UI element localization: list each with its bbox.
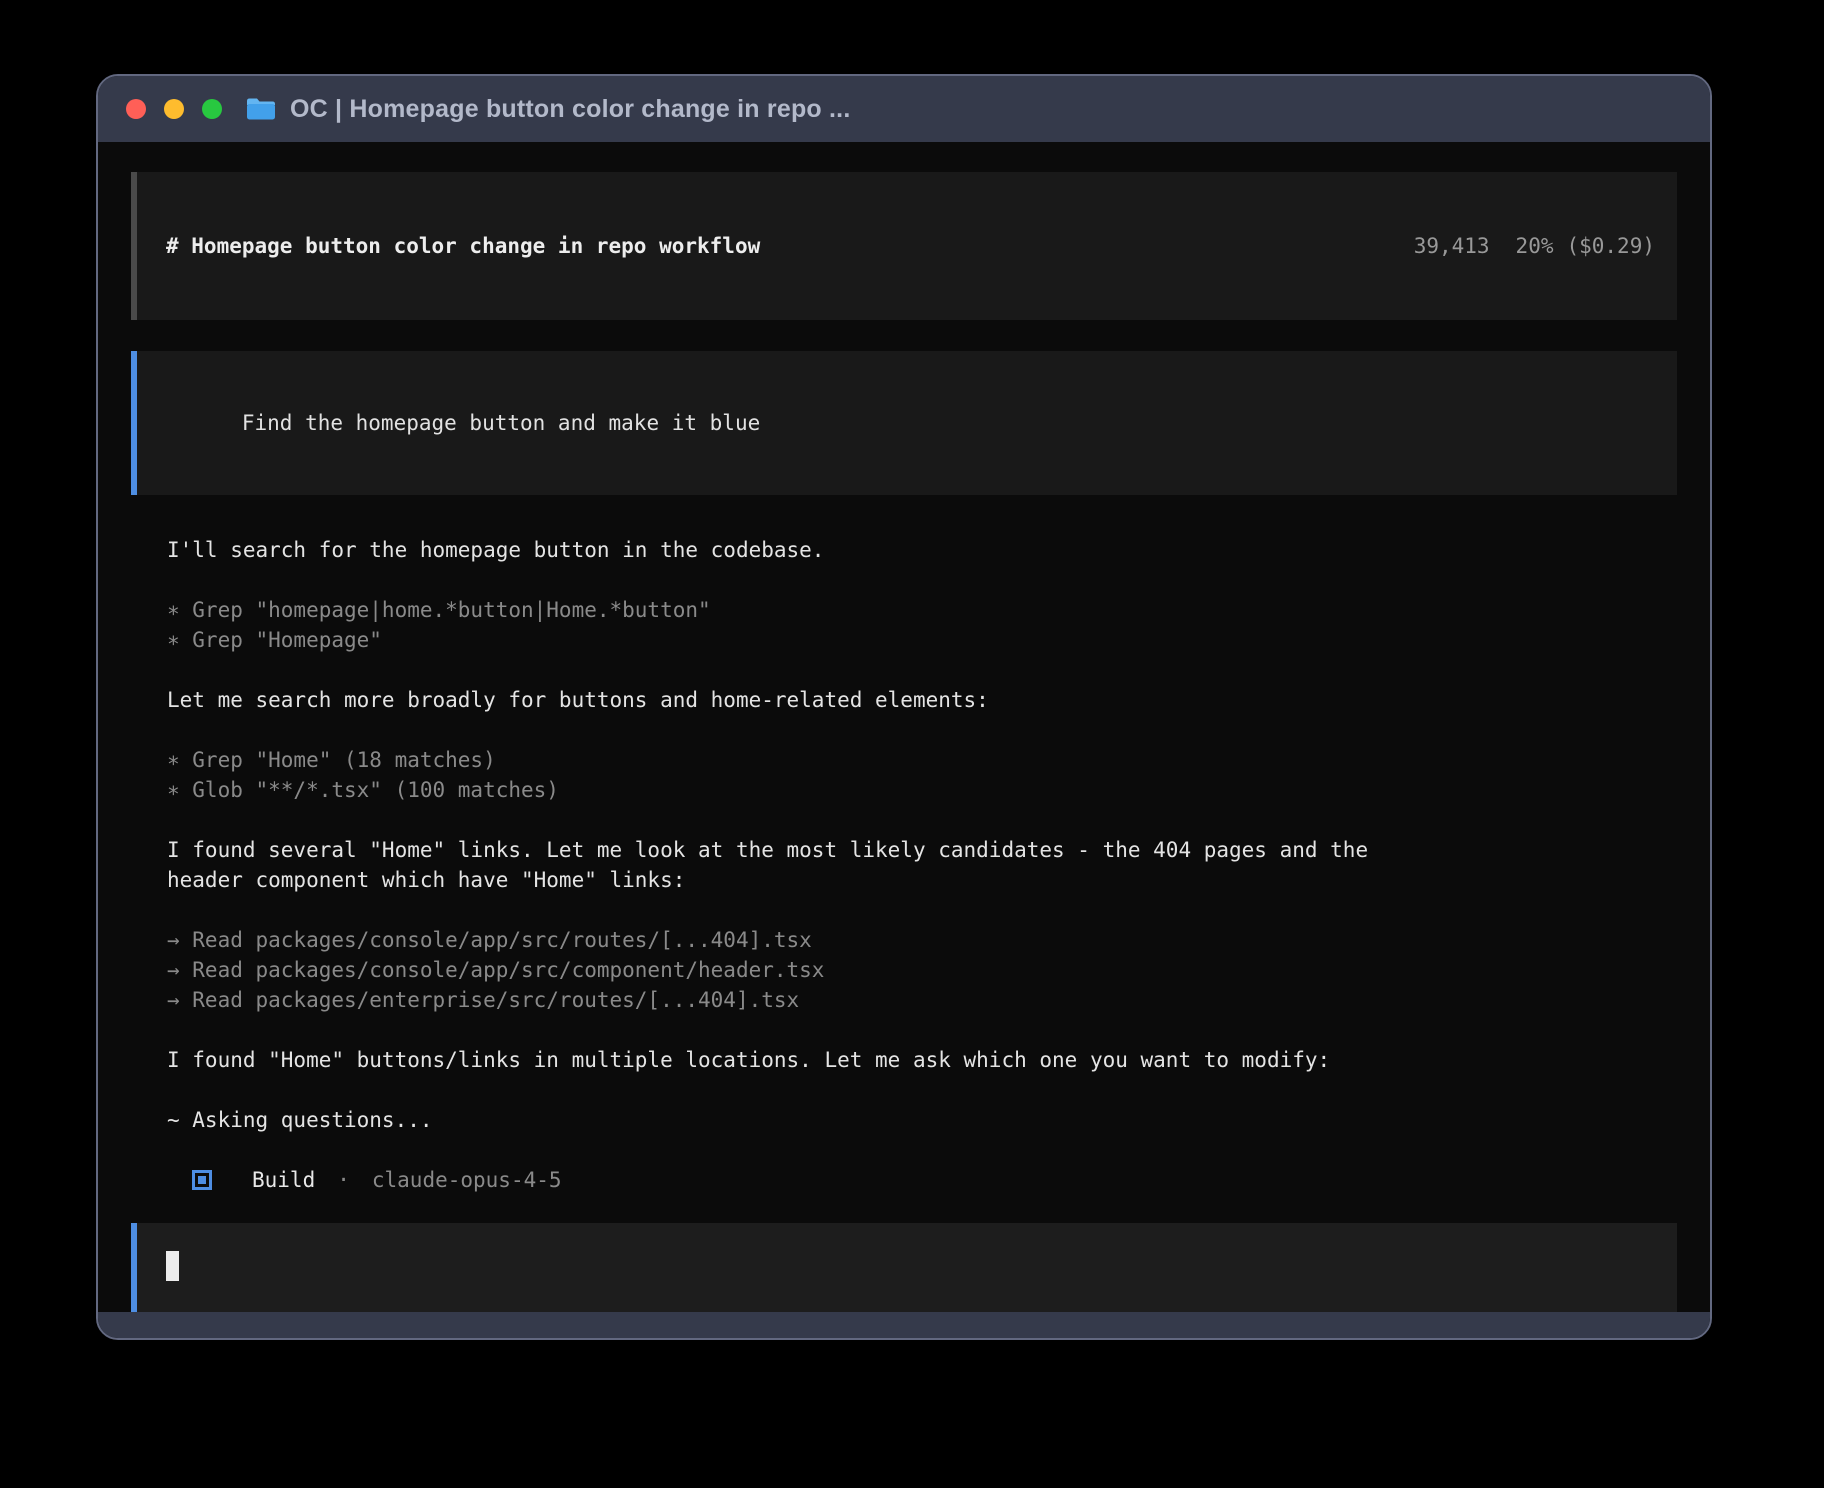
chat-line: ∗ Grep "homepage|home.*button|Home.*butt… (167, 595, 1677, 625)
prompt-input[interactable]: Build Claude Opus 4.5 OpenCode Zen (131, 1223, 1677, 1312)
session-header: # Homepage button color change in repo w… (131, 172, 1677, 320)
assistant-transcript: I'll search for the homepage button in t… (167, 535, 1677, 1195)
user-message: Find the homepage button and make it blu… (131, 351, 1677, 495)
terminal-window: OC | Homepage button color change in rep… (96, 74, 1712, 1340)
agent-model-name: claude-opus-4-5 (372, 1165, 562, 1195)
chat-line (167, 655, 1677, 685)
terminal-content: # Homepage button color change in repo w… (98, 142, 1710, 1312)
folder-icon (246, 97, 276, 121)
chat-line (167, 895, 1677, 925)
chat-line: ∗ Grep "Home" (18 matches) (167, 745, 1677, 775)
token-count: 39,413 (1414, 234, 1490, 258)
chat-line (167, 565, 1677, 595)
session-stats: 39,413 20% ($0.29) (1313, 201, 1655, 291)
window-title: OC | Homepage button color change in rep… (290, 95, 850, 124)
chat-line: → Read packages/console/app/src/componen… (167, 955, 1677, 985)
minimize-button[interactable] (164, 99, 184, 119)
agent-status-row: Build · claude-opus-4-5 (167, 1165, 1677, 1195)
window-bottom-bar (98, 1312, 1710, 1338)
traffic-lights (126, 99, 222, 119)
chat-line (167, 1135, 1677, 1165)
context-percent: 20% (1516, 234, 1554, 258)
chat-line: ∗ Glob "**/*.tsx" (100 matches) (167, 775, 1677, 805)
session-cost: ($0.29) (1566, 234, 1655, 258)
chat-line (167, 1075, 1677, 1105)
chat-line: I'll search for the homepage button in t… (167, 535, 1677, 565)
chat-line: Let me search more broadly for buttons a… (167, 685, 1677, 715)
chat-line: I found several "Home" links. Let me loo… (167, 835, 1677, 865)
user-message-text: Find the homepage button and make it blu… (242, 411, 760, 435)
text-cursor (166, 1251, 179, 1281)
chat-lines: I'll search for the homepage button in t… (167, 535, 1677, 1165)
maximize-button[interactable] (202, 99, 222, 119)
titlebar[interactable]: OC | Homepage button color change in rep… (98, 76, 1710, 142)
chat-line (167, 715, 1677, 745)
chat-line (167, 805, 1677, 835)
session-title: # Homepage button color change in repo w… (166, 231, 760, 261)
chat-line: ∗ Grep "Homepage" (167, 625, 1677, 655)
chat-line: → Read packages/enterprise/src/routes/[.… (167, 985, 1677, 1015)
chat-line (167, 1015, 1677, 1045)
build-agent-icon (192, 1170, 212, 1190)
chat-line: ~ Asking questions... (167, 1105, 1677, 1135)
chat-line: I found "Home" buttons/links in multiple… (167, 1045, 1677, 1075)
chat-line: → Read packages/console/app/src/routes/[… (167, 925, 1677, 955)
agent-name: Build (252, 1165, 315, 1195)
agent-separator: · (337, 1165, 350, 1195)
chat-line: header component which have "Home" links… (167, 865, 1677, 895)
close-button[interactable] (126, 99, 146, 119)
